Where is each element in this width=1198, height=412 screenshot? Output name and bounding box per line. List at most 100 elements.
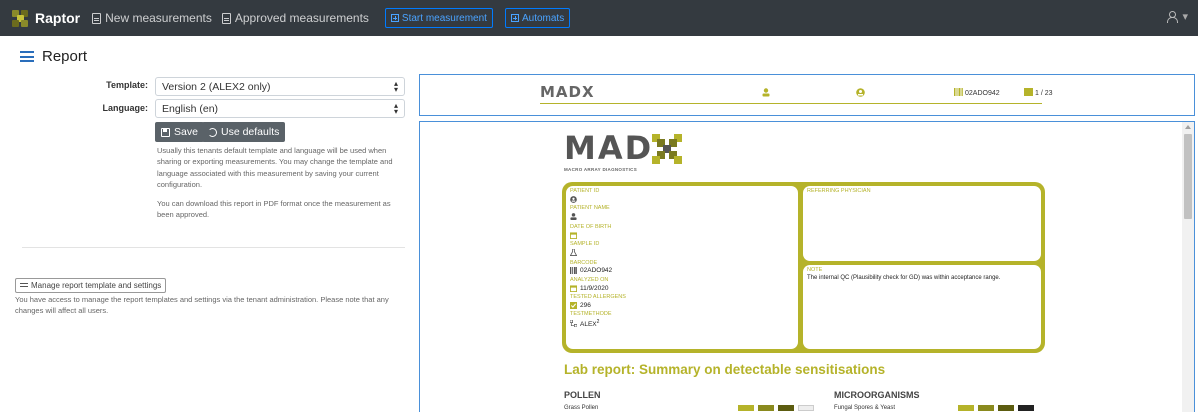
section-title-microorganisms: MICROORGANISMS bbox=[834, 390, 920, 400]
level-swatch bbox=[798, 405, 814, 411]
madx-logo: MADX bbox=[540, 83, 595, 101]
patient-id-label: PATIENT ID bbox=[570, 188, 600, 194]
testmethode-label: TESTMETHODE bbox=[570, 311, 612, 317]
report-scrollbar[interactable] bbox=[1182, 122, 1194, 412]
referring-physician-label: REFERRING PHYSICIAN bbox=[807, 188, 871, 194]
note-panel: NOTE The internal QC (Plausibility check… bbox=[803, 265, 1041, 349]
barcode-icon bbox=[570, 267, 577, 274]
scroll-up-icon[interactable] bbox=[1185, 125, 1191, 129]
tested-allergens-value: 296 bbox=[570, 302, 591, 309]
raptor-logo-icon bbox=[12, 9, 29, 27]
sample-id-label: SAMPLE ID bbox=[570, 241, 600, 247]
use-defaults-label: Use defaults bbox=[221, 126, 280, 138]
barcode-value: 02ADO942 bbox=[570, 267, 612, 274]
report-preview[interactable]: MAD MACRO ARRAY DIAGNOSTICS PATIENT ID P… bbox=[419, 121, 1195, 412]
patient-name-label: PATIENT NAME bbox=[570, 205, 610, 211]
section-title-pollen: POLLEN bbox=[564, 390, 601, 400]
use-defaults-button[interactable]: Use defaults bbox=[202, 122, 286, 142]
user-circle-icon bbox=[856, 88, 865, 97]
manage-report-button[interactable]: Manage report template and settings bbox=[15, 278, 167, 293]
nav-approved-measurements[interactable]: Approved measurements bbox=[221, 11, 369, 25]
language-select[interactable]: English (en) ▴ ▾ bbox=[155, 99, 405, 118]
document-icon bbox=[92, 12, 102, 24]
barcode-label: BARCODE bbox=[570, 260, 598, 266]
select-arrows-icon: ▴ ▾ bbox=[393, 101, 398, 116]
manage-report-label: Manage report template and settings bbox=[31, 281, 162, 290]
start-measurement-button[interactable]: Start measurement bbox=[384, 8, 493, 28]
save-icon bbox=[161, 127, 170, 137]
language-select-value: English (en) bbox=[162, 103, 219, 115]
level-swatch bbox=[778, 405, 794, 411]
network-icon bbox=[570, 320, 577, 328]
testmethode-value: ALEX2 bbox=[570, 319, 599, 328]
automats-label: Automats bbox=[521, 12, 565, 24]
page-title: Report bbox=[42, 48, 88, 65]
level-swatch bbox=[958, 405, 974, 411]
start-measurement-label: Start measurement bbox=[401, 12, 487, 24]
madx-report-logo: MAD bbox=[564, 132, 682, 164]
brand[interactable]: Raptor bbox=[12, 9, 81, 27]
undo-icon bbox=[208, 127, 217, 137]
row-label-fungal-spores: Fungal Spores & Yeast bbox=[834, 405, 896, 411]
scroll-thumb[interactable] bbox=[1184, 134, 1192, 219]
tested-allergens-label: TESTED ALLERGENS bbox=[570, 294, 626, 300]
sample-id-value bbox=[570, 249, 577, 256]
pages-icon bbox=[1024, 88, 1033, 96]
flask-icon bbox=[570, 249, 577, 256]
plus-square-icon bbox=[390, 14, 399, 22]
calendar-icon bbox=[570, 285, 577, 292]
header-rule bbox=[540, 103, 1042, 104]
level-swatch bbox=[1018, 405, 1034, 411]
madx-x-logo-icon bbox=[652, 134, 682, 164]
template-select-value: Version 2 (ALEX2 only) bbox=[162, 81, 271, 93]
level-swatch bbox=[998, 405, 1014, 411]
note-label: NOTE bbox=[807, 267, 823, 273]
madx-tagline: MACRO ARRAY DIAGNOSTICS bbox=[564, 167, 637, 172]
row-label-grass-pollen: Grass Pollen bbox=[564, 405, 599, 411]
user-circle-icon bbox=[570, 196, 577, 203]
automats-button[interactable]: Automats bbox=[504, 8, 571, 28]
level-swatch bbox=[738, 405, 754, 411]
plus-square-icon bbox=[510, 14, 519, 22]
header-barcode: 02ADO942 bbox=[965, 90, 1000, 97]
brand-name: Raptor bbox=[35, 10, 81, 26]
patient-name-value bbox=[570, 213, 577, 220]
header-pages: 1 / 23 bbox=[1035, 90, 1053, 97]
language-label: Language: bbox=[102, 103, 148, 113]
settings-sliders-icon bbox=[20, 282, 28, 289]
template-select[interactable]: Version 2 (ALEX2 only) ▴ ▾ bbox=[155, 77, 405, 96]
analyzed-on-value: 11/9/2020 bbox=[570, 285, 608, 292]
date-of-birth-value bbox=[570, 232, 577, 239]
divider bbox=[22, 247, 405, 248]
patient-id-value bbox=[570, 196, 577, 203]
report-preview-header: MADX 02ADO942 1 / 23 bbox=[419, 74, 1195, 116]
nav-approved-measurements-label: Approved measurements bbox=[234, 11, 369, 25]
calendar-icon bbox=[570, 232, 577, 239]
user-menu[interactable]: ▾ bbox=[1167, 10, 1188, 23]
manage-help-text: You have access to manage the report tem… bbox=[15, 295, 389, 316]
analyzed-on-label: ANALYZED ON bbox=[570, 277, 609, 283]
menu-icon[interactable] bbox=[20, 51, 34, 62]
user-icon bbox=[1167, 10, 1179, 23]
note-text: The internal QC (Plausibility check for … bbox=[807, 275, 1001, 281]
chevron-down-icon: ▾ bbox=[1182, 11, 1188, 23]
level-swatch bbox=[978, 405, 994, 411]
patient-panel: PATIENT ID PATIENT NAME DATE OF BIRTH SA… bbox=[566, 186, 798, 349]
level-swatch bbox=[758, 405, 774, 411]
lab-report-title: Lab report: Summary on detectable sensit… bbox=[564, 362, 886, 377]
select-arrows-icon: ▴ ▾ bbox=[393, 79, 398, 94]
referring-physician-panel: REFERRING PHYSICIAN bbox=[803, 186, 1041, 261]
save-button[interactable]: Save bbox=[155, 122, 204, 142]
page-heading: Report bbox=[20, 48, 87, 65]
template-label: Template: bbox=[106, 80, 148, 90]
person-icon bbox=[570, 213, 577, 220]
pdf-help-text: You can download this report in PDF form… bbox=[157, 199, 391, 220]
date-of-birth-label: DATE OF BIRTH bbox=[570, 224, 612, 230]
template-help-text: Usually this tenants default template an… bbox=[157, 146, 393, 189]
nav-new-measurements[interactable]: New measurements bbox=[92, 11, 212, 25]
save-button-label: Save bbox=[174, 126, 198, 138]
nav-new-measurements-label: New measurements bbox=[105, 11, 212, 25]
top-navbar: Raptor New measurements Approved measure… bbox=[0, 0, 1198, 36]
barcode-icon bbox=[954, 88, 963, 96]
patient-info-box: PATIENT ID PATIENT NAME DATE OF BIRTH SA… bbox=[562, 182, 1045, 353]
